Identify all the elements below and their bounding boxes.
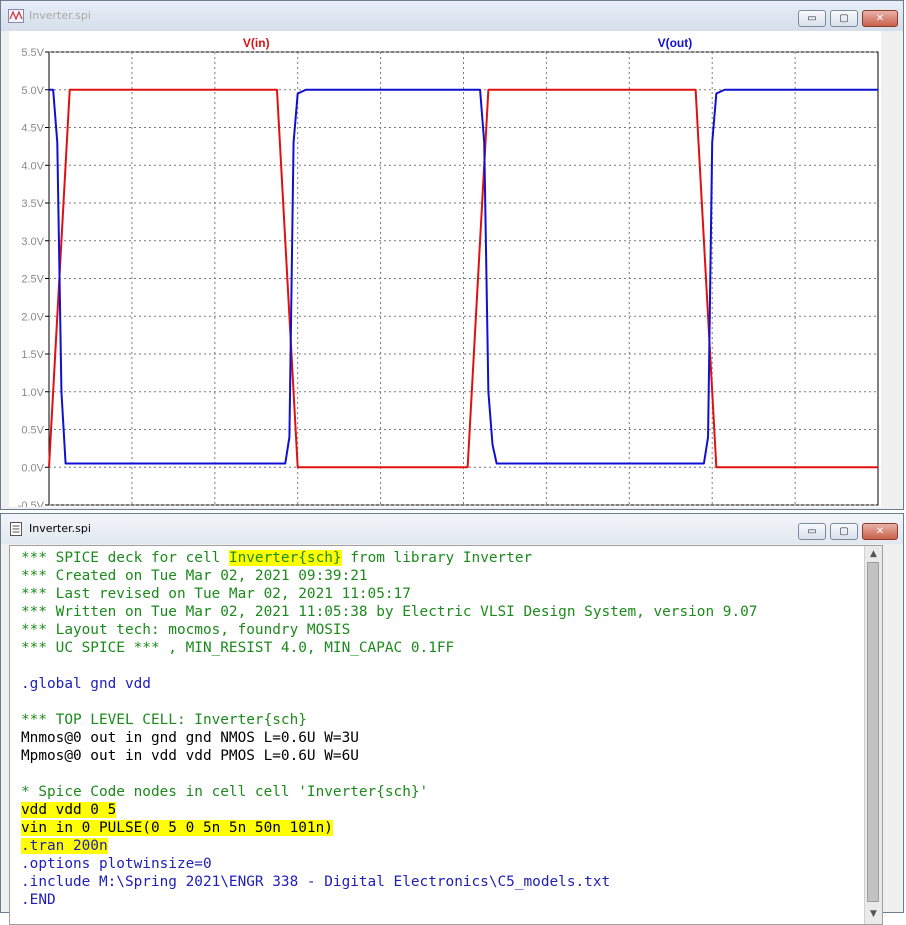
- code-line[interactable]: vin in 0 PULSE(0 5 0 5n 5n 50n 101n): [21, 819, 862, 837]
- document-icon: [10, 522, 22, 536]
- waveform-close-button[interactable]: ✕: [862, 10, 898, 27]
- code-line[interactable]: .options plotwinsize=0: [21, 855, 862, 873]
- y-tick-label: 4.0V: [21, 160, 44, 172]
- code-text: .global gnd vdd: [21, 676, 151, 692]
- code-line[interactable]: [21, 657, 862, 675]
- y-tick-label: 2.5V: [21, 274, 44, 286]
- y-tick-label: 1.5V: [21, 349, 44, 361]
- code-text: *** SPICE deck for cell: [21, 550, 229, 566]
- spice-text-editor[interactable]: *** SPICE deck for cell Inverter{sch} fr…: [9, 545, 883, 925]
- y-tick-label: 5.5V: [21, 47, 44, 59]
- editor-titlebar[interactable]: Inverter.spi ▭ ▢ ✕: [1, 514, 903, 544]
- y-tick-label: 1.0V: [21, 387, 44, 399]
- highlighted-text: vin in 0 PULSE(0 5 0 5n 5n 50n 101n): [21, 820, 333, 836]
- code-text: *** Created on Tue Mar 02, 2021 09:39:21: [21, 568, 368, 584]
- minimize-icon: ▭: [807, 526, 817, 537]
- editor-scrollbar[interactable]: ▲ ▼: [864, 546, 882, 924]
- code-text: *** Written on Tue Mar 02, 2021 11:05:38…: [21, 604, 758, 620]
- restore-icon: ▢: [839, 526, 849, 537]
- code-line[interactable]: *** Last revised on Tue Mar 02, 2021 11:…: [21, 585, 862, 603]
- spice-code[interactable]: *** SPICE deck for cell Inverter{sch} fr…: [21, 549, 862, 909]
- highlighted-text: vdd vdd 0 5: [21, 802, 117, 818]
- editor-window-title: Inverter.spi: [29, 522, 91, 535]
- waveform-minimize-button[interactable]: ▭: [798, 10, 826, 27]
- code-line[interactable]: *** UC SPICE *** , MIN_RESIST 4.0, MIN_C…: [21, 639, 862, 657]
- plot-background: [9, 31, 881, 507]
- close-icon: ✕: [875, 13, 885, 24]
- code-line[interactable]: .include M:\Spring 2021\ENGR 338 - Digit…: [21, 873, 862, 891]
- scroll-up-icon[interactable]: ▲: [865, 546, 882, 562]
- code-line[interactable]: *** Written on Tue Mar 02, 2021 11:05:38…: [21, 603, 862, 621]
- code-line[interactable]: [21, 765, 862, 783]
- waveform-titlebar[interactable]: Inverter.spi ▭ ▢ ✕: [1, 1, 903, 31]
- code-line[interactable]: .global gnd vdd: [21, 675, 862, 693]
- trace-label-vin[interactable]: V(in): [243, 36, 270, 50]
- code-text: .options plotwinsize=0: [21, 856, 212, 872]
- code-line[interactable]: *** Layout tech: mocmos, foundry MOSIS: [21, 621, 862, 639]
- highlighted-text: .tran 200n: [21, 838, 108, 854]
- y-tick-label: 2.0V: [21, 311, 44, 323]
- code-line[interactable]: [21, 693, 862, 711]
- editor-window: Inverter.spi ▭ ▢ ✕ *** SPICE deck for ce…: [0, 513, 904, 925]
- code-text: from library Inverter: [341, 550, 533, 566]
- y-tick-label: 5.0V: [21, 85, 44, 97]
- code-text: *** Layout tech: mocmos, foundry MOSIS: [21, 622, 351, 638]
- code-text: .include M:\Spring 2021\ENGR 338 - Digit…: [21, 874, 611, 890]
- editor-minimize-button[interactable]: ▭: [798, 523, 826, 540]
- waveform-app-icon: [8, 9, 24, 23]
- y-tick-label: -0.5V: [18, 500, 45, 507]
- waveform-window: Inverter.spi ▭ ▢ ✕ 5.5V 5.0V 4.5V 4.0V 3.5V 3…: [0, 0, 904, 510]
- y-tick-label: 3.0V: [21, 236, 44, 248]
- code-line[interactable]: Mnmos@0 out in gnd gnd NMOS L=0.6U W=3U: [21, 729, 862, 747]
- code-text: *** Last revised on Tue Mar 02, 2021 11:…: [21, 586, 411, 602]
- code-text: * Spice Code nodes in cell cell 'Inverte…: [21, 784, 429, 800]
- restore-icon: ▢: [839, 13, 849, 24]
- scroll-down-icon[interactable]: ▼: [865, 906, 882, 922]
- waveform-window-title: Inverter.spi: [29, 9, 91, 22]
- code-text: .END: [21, 892, 56, 908]
- code-line[interactable]: *** SPICE deck for cell Inverter{sch} fr…: [21, 549, 862, 567]
- trace-label-vout[interactable]: V(out): [658, 36, 693, 50]
- code-text: Mpmos@0 out in vdd vdd PMOS L=0.6U W=6U: [21, 748, 359, 764]
- waveform-restore-button[interactable]: ▢: [830, 10, 858, 27]
- close-icon: ✕: [875, 526, 885, 537]
- code-line[interactable]: Mpmos@0 out in vdd vdd PMOS L=0.6U W=6U: [21, 747, 862, 765]
- code-line[interactable]: .END: [21, 891, 862, 909]
- y-tick-label: 0.5V: [21, 425, 44, 437]
- minimize-icon: ▭: [807, 13, 817, 24]
- code-text: Mnmos@0 out in gnd gnd NMOS L=0.6U W=3U: [21, 730, 359, 746]
- highlighted-text: Inverter{sch}: [228, 550, 342, 566]
- code-line[interactable]: vdd vdd 0 5: [21, 801, 862, 819]
- waveform-plot[interactable]: 5.5V 5.0V 4.5V 4.0V 3.5V 3.0V 2.5V 2.0V 1.5V 1.0V…: [9, 31, 881, 507]
- scrollbar-thumb[interactable]: [867, 562, 879, 902]
- code-line[interactable]: *** Created on Tue Mar 02, 2021 09:39:21: [21, 567, 862, 585]
- editor-close-button[interactable]: ✕: [862, 523, 898, 540]
- editor-restore-button[interactable]: ▢: [830, 523, 858, 540]
- y-tick-label: 4.5V: [21, 123, 44, 135]
- code-line[interactable]: *** TOP LEVEL CELL: Inverter{sch}: [21, 711, 862, 729]
- code-text: *** UC SPICE *** , MIN_RESIST 4.0, MIN_C…: [21, 640, 455, 656]
- y-tick-label: 0.0V: [21, 462, 44, 474]
- code-text: *** TOP LEVEL CELL: Inverter{sch}: [21, 712, 307, 728]
- y-tick-label: 3.5V: [21, 198, 44, 210]
- code-line[interactable]: * Spice Code nodes in cell cell 'Inverte…: [21, 783, 862, 801]
- code-line[interactable]: .tran 200n: [21, 837, 862, 855]
